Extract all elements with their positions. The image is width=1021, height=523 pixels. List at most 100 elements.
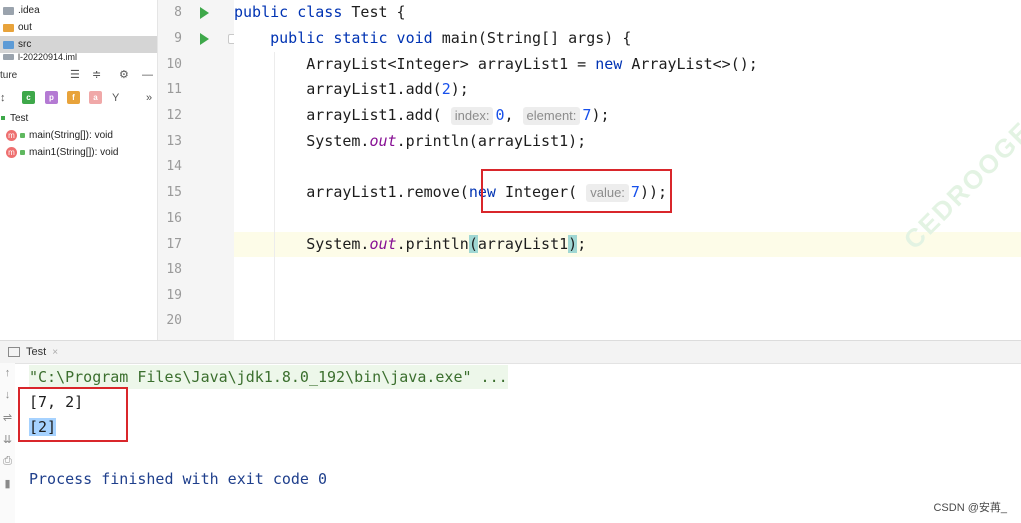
class-icon [1, 116, 5, 120]
structure-root-label: Test [10, 112, 29, 124]
left-panel: .idea out src l-20220914.iml ture ☰ ≑ ⚙ … [0, 0, 157, 340]
code-text: ); [591, 106, 610, 124]
more-icon[interactable]: » [146, 89, 152, 107]
static-field: out [369, 235, 397, 253]
tree-item-out[interactable]: out [0, 19, 157, 36]
expand-all-icon[interactable]: ☰ [70, 66, 80, 84]
code-text: ArrayList<>(); [631, 55, 758, 73]
filter-icon[interactable]: Y [112, 89, 119, 107]
number-literal: 2 [441, 80, 451, 98]
tree-item-label: src [18, 39, 32, 50]
code-line-17[interactable]: System.out.println(arrayList1); [234, 232, 586, 257]
code-text: System. [234, 235, 370, 253]
print-icon[interactable]: ⎙ [1, 455, 14, 468]
tree-item-label: .idea [18, 5, 40, 16]
show-properties-icon[interactable]: p [45, 91, 58, 104]
method-icon: m [6, 129, 17, 141]
trash-icon[interactable]: ▮ [1, 477, 14, 490]
show-classes-icon[interactable]: c [22, 91, 35, 104]
code-text: main(String[] args) { [441, 29, 632, 47]
keyword: public class [234, 3, 352, 21]
line-number: 18 [166, 262, 182, 277]
line-number: 11 [166, 82, 182, 97]
tree-item-label: l-20220914.iml [18, 52, 78, 62]
code-text: ArrayList<Integer> arrayList1 = [234, 55, 596, 73]
static-field: out [369, 132, 397, 150]
code-text: arrayList1.add( [234, 80, 442, 98]
line-number: 12 [166, 108, 182, 123]
editor-gutter: 8 9 10 11 12 13 14 15 16 17 18 19 20 [157, 0, 238, 340]
watermark-credit: CSDN @安苒_ [933, 502, 1007, 514]
code-text: System. [234, 132, 370, 150]
line-number: 8 [174, 5, 182, 20]
run-main-icon[interactable] [200, 33, 209, 45]
code-text: arrayList1.remove( [234, 183, 469, 201]
matched-brace: ) [568, 235, 578, 253]
code-line-10[interactable]: ArrayList<Integer> arrayList1 = new Arra… [234, 52, 758, 77]
tree-item-src[interactable]: src [0, 36, 157, 53]
line-number: 10 [166, 57, 182, 72]
code-text: ; [577, 235, 587, 253]
run-tool-window-tabs: Test × [0, 340, 1021, 364]
arrow-up-icon[interactable]: ↑ [1, 367, 14, 379]
line-number: 16 [166, 211, 182, 226]
arrow-down-icon[interactable]: ↓ [1, 389, 14, 401]
show-fields-icon[interactable]: f [67, 91, 80, 104]
code-line-9[interactable]: public static void main(String[] args) { [234, 26, 631, 51]
method-icon: m [6, 146, 17, 158]
show-anonymous-icon[interactable]: a [89, 91, 102, 104]
structure-root[interactable]: Test [0, 110, 28, 126]
line-number: 20 [166, 313, 182, 328]
gear-icon[interactable]: ⚙ [119, 66, 129, 84]
tree-item-label: out [18, 22, 32, 33]
annotation-box [18, 387, 128, 442]
minimize-icon[interactable]: — [142, 66, 153, 84]
code-text: .println [396, 235, 469, 253]
run-tab-label: Test [26, 346, 47, 358]
structure-method-main1[interactable]: m main1(String[]): void [0, 144, 118, 160]
code-line-11[interactable]: arrayList1.add(2); [234, 77, 469, 102]
scroll-to-end-icon[interactable]: ⇊ [1, 433, 14, 446]
run-class-icon[interactable] [200, 7, 209, 19]
public-icon [20, 132, 25, 138]
code-line-8[interactable]: public class Test { [234, 0, 406, 25]
code-text: ); [450, 80, 469, 98]
line-number: 14 [166, 159, 182, 174]
keyword: new [595, 55, 632, 73]
run-config-icon [8, 347, 20, 357]
module-file-icon [3, 54, 14, 60]
annotation-box [481, 169, 672, 213]
close-icon[interactable]: × [52, 347, 58, 358]
line-number: 9 [174, 31, 182, 46]
parameter-hint: index: [450, 107, 494, 125]
folder-icon [3, 6, 14, 15]
line-number: 19 [166, 288, 182, 303]
method-label: main1(String[]): void [29, 146, 119, 158]
line-number: 17 [166, 237, 182, 252]
parameter-hint: element: [522, 107, 581, 125]
tree-item-idea[interactable]: .idea [0, 2, 157, 19]
tree-item-iml[interactable]: l-20220914.iml [0, 52, 157, 62]
run-tab[interactable]: Test × [8, 341, 58, 363]
structure-header: ture ☰ ≑ ⚙ — [0, 66, 157, 84]
code-editor[interactable]: CEDROOGE public class Test { public stat… [234, 0, 1021, 340]
folder-icon [3, 23, 14, 32]
folder-icon [3, 40, 14, 49]
soft-wrap-icon[interactable]: ⇌ [1, 411, 14, 424]
run-toolbar: ↑ ↓ ⇌ ⇊ ⎙ ▮ [0, 363, 15, 523]
sort-icon[interactable]: ↕ [0, 89, 6, 107]
code-text: , [504, 106, 523, 124]
code-line-13[interactable]: System.out.println(arrayList1); [234, 129, 586, 154]
line-number: 15 [166, 185, 182, 200]
code-text: Test { [351, 3, 406, 21]
structure-method-main[interactable]: m main(String[]): void [0, 127, 113, 143]
structure-toolbar: ↕ c p f a Y » [0, 88, 157, 108]
line-number: 13 [166, 134, 182, 149]
collapse-all-icon[interactable]: ≑ [92, 66, 101, 84]
code-text: .println(arrayList1); [396, 132, 587, 150]
code-text: arrayList1 [477, 235, 569, 253]
public-icon [20, 149, 25, 155]
code-line-12[interactable]: arrayList1.add( index: 0, element: 7); [234, 103, 610, 128]
console-command: "C:\Program Files\Java\jdk1.8.0_192\bin\… [29, 365, 508, 389]
console-output[interactable]: "C:\Program Files\Java\jdk1.8.0_192\bin\… [15, 363, 1021, 523]
